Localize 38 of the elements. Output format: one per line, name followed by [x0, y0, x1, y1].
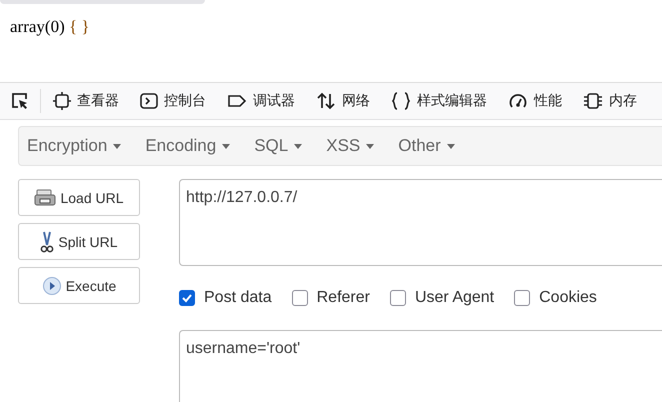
play-icon — [42, 276, 62, 296]
action-button[interactable]: Load URL — [18, 179, 140, 216]
devtools-tab[interactable]: 内存 — [579, 83, 654, 119]
gauge-icon — [508, 92, 528, 110]
action-button[interactable]: Split URL — [18, 223, 140, 260]
output-text: array(0) — [10, 17, 65, 36]
dropdown-menu[interactable]: Other — [398, 136, 467, 156]
dropdown-menu[interactable]: XSS — [326, 136, 386, 156]
checkbox-label: Referer — [316, 289, 370, 307]
devtools-tab[interactable]: 样式编辑器 — [387, 83, 504, 119]
devtools-tab[interactable]: 性能 — [504, 83, 579, 119]
scissors-icon — [40, 230, 54, 252]
url-field[interactable]: http://127.0.0.7/ — [179, 179, 662, 266]
devtools-tab[interactable]: 查看器 — [49, 83, 136, 119]
dropdown-menu[interactable]: Encoding — [145, 136, 242, 156]
crosshair-box-icon — [53, 92, 71, 110]
braces-icon — [391, 92, 411, 110]
tag-icon — [227, 92, 247, 110]
checkbox-label: Cookies — [539, 289, 597, 307]
checkbox-label: User Agent — [414, 289, 494, 307]
action-button[interactable]: Execute — [18, 267, 140, 304]
output-braces: { } — [69, 17, 90, 36]
devtools-tab[interactable]: 网络 — [312, 83, 387, 119]
printer-icon — [34, 188, 56, 206]
element-picker-icon[interactable] — [10, 91, 30, 111]
checkbox[interactable] — [514, 290, 530, 306]
up-down-arrows-icon — [316, 92, 336, 110]
checkbox[interactable] — [292, 290, 308, 306]
chip-icon — [583, 92, 603, 110]
checkbox[interactable] — [390, 290, 406, 306]
dropdown-menu[interactable]: SQL — [254, 136, 314, 156]
checkbox[interactable] — [179, 290, 195, 306]
dropdown-menu[interactable]: Encryption — [27, 136, 134, 156]
devtools-tab[interactable]: 调试器 — [223, 83, 312, 119]
post-data-field[interactable]: username='root' — [179, 330, 662, 402]
checkbox-label: Post data — [204, 289, 272, 307]
devtools-tab[interactable]: 控制台 — [136, 83, 223, 119]
console-icon — [140, 92, 158, 110]
